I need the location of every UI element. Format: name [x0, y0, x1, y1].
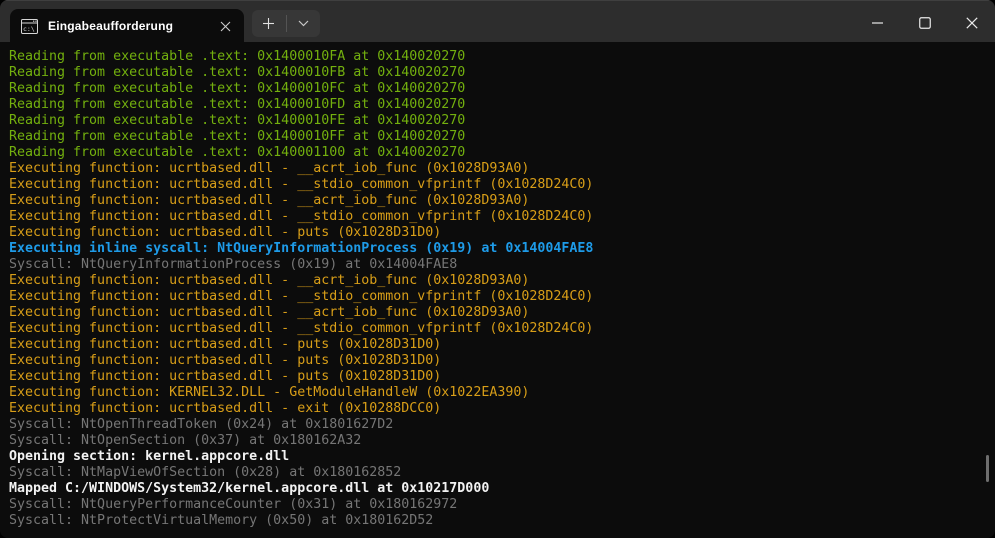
terminal-line: Executing function: ucrtbased.dll - puts… [9, 225, 995, 241]
terminal-line: Executing function: ucrtbased.dll - puts… [9, 369, 995, 385]
terminal-line: Executing function: ucrtbased.dll - __st… [9, 289, 995, 305]
terminal-line: Executing function: ucrtbased.dll - puts… [9, 353, 995, 369]
terminal-line: Executing function: ucrtbased.dll - __ac… [9, 273, 995, 289]
maximize-icon [919, 17, 931, 29]
cmd-window-icon: c:\ [21, 19, 38, 34]
terminal-line: Executing function: ucrtbased.dll - __st… [9, 209, 995, 225]
terminal-line: Executing function: ucrtbased.dll - __ac… [9, 193, 995, 209]
terminal-line: Executing function: ucrtbased.dll - __st… [9, 177, 995, 193]
svg-text:c:\: c:\ [23, 25, 35, 33]
terminal-line: Syscall: NtQueryPerformanceCounter (0x31… [9, 497, 995, 513]
terminal-line: Reading from executable .text: 0x1400010… [9, 65, 995, 81]
tab-close-button[interactable] [212, 14, 238, 38]
terminal-line: Reading from executable .text: 0x1400011… [9, 145, 995, 161]
new-tab-panel [252, 10, 320, 37]
close-icon [220, 21, 231, 32]
vertical-scrollbar-thumb[interactable] [986, 455, 989, 482]
plus-icon [262, 17, 275, 30]
terminal-line: Mapped C:/WINDOWS/System32/kernel.appcor… [9, 481, 995, 497]
terminal-line: Reading from executable .text: 0x1400010… [9, 49, 995, 65]
terminal-line: Reading from executable .text: 0x1400010… [9, 113, 995, 129]
terminal-line: Reading from executable .text: 0x1400010… [9, 97, 995, 113]
tab-eingabeaufforderung[interactable]: c:\ Eingabeaufforderung [10, 9, 244, 43]
terminal-line: Syscall: NtQueryInformationProcess (0x19… [9, 257, 995, 273]
close-icon [966, 17, 978, 29]
terminal-line: Reading from executable .text: 0x1400010… [9, 81, 995, 97]
terminal-line: Syscall: NtProtectVirtualMemory (0x50) a… [9, 513, 995, 529]
new-tab-button[interactable] [252, 10, 286, 37]
minimize-icon [872, 22, 883, 24]
title-bar[interactable]: c:\ Eingabeaufforderung [0, 0, 995, 42]
terminal-line: Executing function: ucrtbased.dll - __ac… [9, 305, 995, 321]
terminal-window: c:\ Eingabeaufforderung [0, 0, 995, 538]
terminal-line: Syscall: NtOpenSection (0x37) at 0x18016… [9, 433, 995, 449]
terminal-line: Executing function: ucrtbased.dll - puts… [9, 337, 995, 353]
chevron-down-icon [298, 20, 309, 27]
terminal-line: Executing function: ucrtbased.dll - __st… [9, 321, 995, 337]
maximize-button[interactable] [901, 2, 948, 43]
terminal-line: Syscall: NtMapViewOfSection (0x28) at 0x… [9, 465, 995, 481]
tab-title: Eingabeaufforderung [48, 19, 212, 33]
terminal-line: Reading from executable .text: 0x1400010… [9, 129, 995, 145]
terminal-line: Executing inline syscall: NtQueryInforma… [9, 241, 995, 257]
minimize-button[interactable] [854, 2, 901, 43]
terminal-line: Syscall: NtOpenThreadToken (0x24) at 0x1… [9, 417, 995, 433]
caption-buttons [854, 2, 995, 43]
terminal-line: Opening section: kernel.appcore.dll [9, 449, 995, 465]
tab-dropdown-button[interactable] [287, 10, 321, 37]
window-close-button[interactable] [948, 2, 995, 43]
terminal-line: Executing function: ucrtbased.dll - exit… [9, 401, 995, 417]
terminal-line: Executing function: KERNEL32.DLL - GetMo… [9, 385, 995, 401]
terminal-line: Executing function: ucrtbased.dll - __ac… [9, 161, 995, 177]
terminal-output[interactable]: Reading from executable .text: 0x1400010… [0, 42, 995, 538]
